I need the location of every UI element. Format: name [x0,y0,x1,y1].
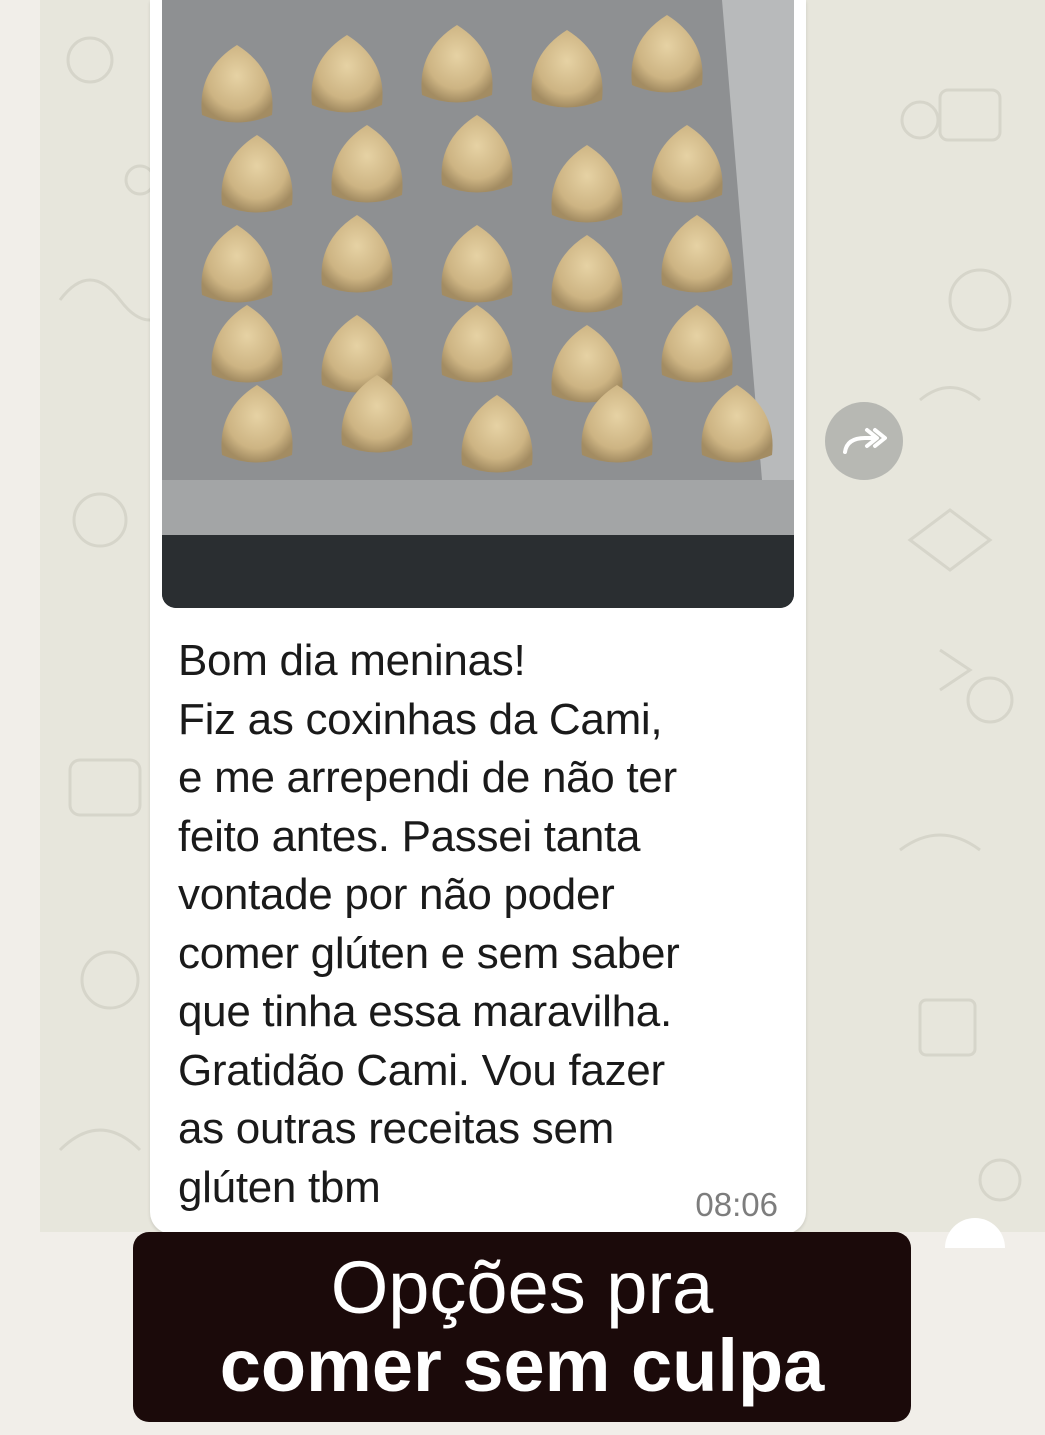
forward-button[interactable] [825,402,903,480]
banner-line-2: comer sem culpa [219,1324,825,1407]
message-text: Bom dia meninas! Fiz as coxinhas da Cami… [178,636,680,1212]
message-bubble: Bom dia meninas! Fiz as coxinhas da Cami… [150,0,806,1234]
message-timestamp: 08:06 [695,1186,778,1223]
baking-tray-image [162,0,794,608]
banner-line-1: Opções pra [330,1246,714,1329]
caption-banner: Opções pra comer sem culpa [133,1232,911,1422]
coxinhas-photo[interactable] [162,0,794,608]
forward-icon [843,428,887,454]
